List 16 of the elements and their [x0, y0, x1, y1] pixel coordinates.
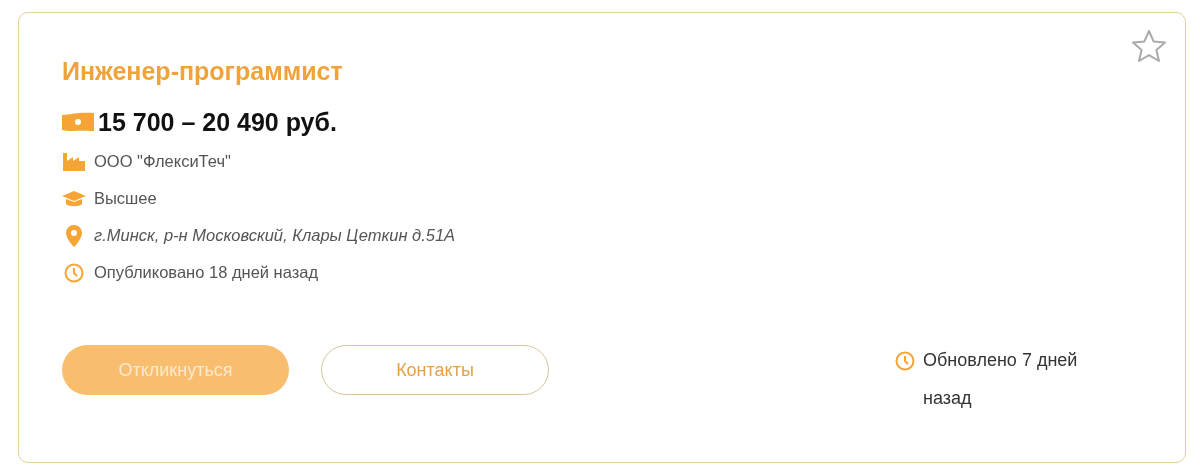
clock-icon [64, 262, 84, 283]
salary-text: 15 700 – 20 490 руб. [98, 107, 337, 137]
job-title[interactable]: Инженер-программист [62, 53, 1141, 89]
star-icon[interactable] [1131, 29, 1167, 63]
banknote-icon [62, 112, 94, 132]
map-pin-icon [66, 224, 82, 247]
updated-text: Обновлено 7 дней назад [923, 349, 1079, 410]
detail-text: ООО "ФлексиТеч" [94, 151, 231, 173]
factory-icon [63, 152, 85, 171]
contacts-button[interactable]: Контакты [321, 345, 549, 395]
detail-text: г.Минск, р-н Московский, Клары Цеткин д.51А [94, 225, 456, 247]
detail-text: Опубликовано 18 дней назад [94, 262, 319, 284]
clock-icon [895, 350, 915, 371]
graduation-cap-icon [62, 189, 86, 208]
detail-text: Высшее [94, 188, 157, 210]
respond-button[interactable]: Откликнуться [62, 345, 289, 395]
